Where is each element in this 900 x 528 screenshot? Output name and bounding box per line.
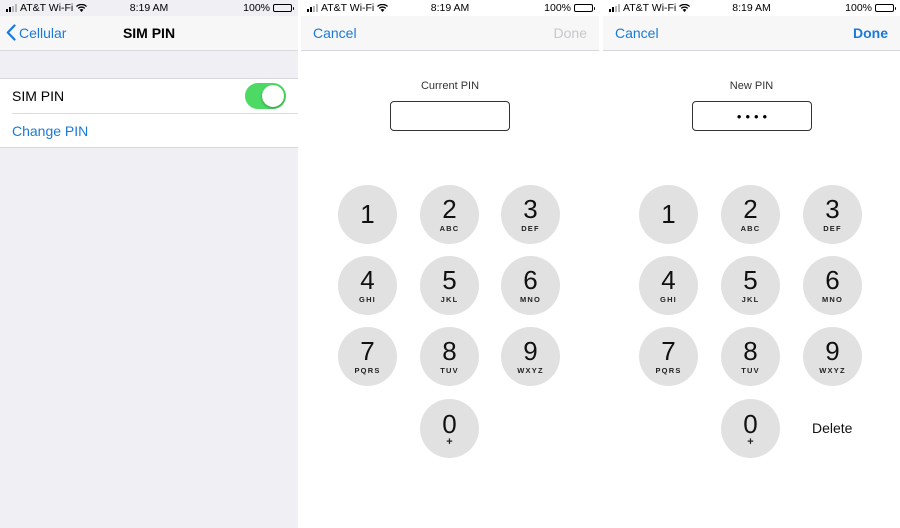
- key-8[interactable]: 8 TUV: [721, 327, 780, 386]
- status-bar: AT&T Wi-Fi 8:19 AM 100%: [301, 0, 599, 16]
- key-letters: +: [747, 435, 754, 448]
- sim-pin-label: SIM PIN: [12, 88, 65, 104]
- key-digit: 3: [523, 194, 538, 224]
- status-bar: AT&T Wi-Fi 8:19 AM 100%: [603, 0, 900, 16]
- key-3[interactable]: 3 DEF: [803, 185, 862, 244]
- key-9[interactable]: 9 WXYZ: [803, 327, 862, 386]
- key-digit: 8: [442, 336, 457, 366]
- key-letters: PQRS: [655, 366, 682, 375]
- current-pin-screen: AT&T Wi-Fi 8:19 AM 100% Cancel Done Curr…: [301, 0, 599, 528]
- key-digit: 7: [360, 336, 375, 366]
- key-digit: 5: [442, 265, 457, 295]
- cancel-button[interactable]: Cancel: [313, 25, 357, 41]
- key-4[interactable]: 4 GHI: [338, 256, 397, 315]
- key-6[interactable]: 6 MNO: [803, 256, 862, 315]
- key-letters: WXYZ: [819, 366, 846, 375]
- key-5[interactable]: 5 JKL: [420, 256, 479, 315]
- key-digit: 6: [523, 265, 538, 295]
- key-letters: MNO: [519, 295, 542, 304]
- key-digit: 7: [661, 336, 676, 366]
- key-digit: 2: [442, 194, 457, 224]
- battery-icon: [574, 4, 595, 12]
- sim-pin-settings-screen: AT&T Wi-Fi 8:19 AM 100% Cellular SIM PIN…: [0, 0, 298, 528]
- done-button[interactable]: Done: [853, 25, 888, 41]
- delete-button[interactable]: Delete: [812, 420, 852, 436]
- settings-group: SIM PIN Change PIN: [0, 78, 298, 148]
- key-letters: ABC: [439, 224, 460, 233]
- pin-field-label: New PIN: [729, 80, 774, 92]
- key-5[interactable]: 5 JKL: [721, 256, 780, 315]
- change-pin-link[interactable]: Change PIN: [12, 113, 298, 147]
- battery-icon: [875, 4, 896, 12]
- key-7[interactable]: 7 PQRS: [338, 327, 397, 386]
- key-digit: 9: [825, 336, 840, 366]
- key-letters: DEF: [823, 224, 842, 233]
- key-digit: 4: [360, 265, 375, 295]
- key-digit: 1: [360, 198, 375, 229]
- key-letters: ABC: [740, 224, 761, 233]
- page-title: SIM PIN: [122, 25, 176, 41]
- key-6[interactable]: 6 MNO: [501, 256, 560, 315]
- key-digit: 1: [661, 198, 676, 229]
- key-letters: +: [446, 435, 453, 448]
- navigation-bar: Cellular SIM PIN: [0, 16, 298, 51]
- key-letters: WXYZ: [517, 366, 544, 375]
- battery-percent: 100%: [845, 2, 872, 14]
- key-digit: 8: [743, 336, 758, 366]
- key-digit: 0: [442, 408, 457, 439]
- key-digit: 0: [743, 408, 758, 439]
- navigation-bar: Cancel Done: [301, 16, 599, 51]
- key-2[interactable]: 2 ABC: [420, 185, 479, 244]
- key-7[interactable]: 7 PQRS: [639, 327, 698, 386]
- sim-pin-row: SIM PIN: [0, 79, 298, 113]
- pin-field-label: Current PIN: [420, 80, 480, 92]
- done-button[interactable]: Done: [554, 25, 587, 41]
- key-9[interactable]: 9 WXYZ: [501, 327, 560, 386]
- key-4[interactable]: 4 GHI: [639, 256, 698, 315]
- key-letters: TUV: [741, 366, 760, 375]
- current-pin-input[interactable]: [390, 101, 510, 131]
- key-letters: DEF: [521, 224, 540, 233]
- battery-percent: 100%: [544, 2, 571, 14]
- key-letters: TUV: [440, 366, 459, 375]
- battery-icon: [273, 4, 294, 12]
- status-bar: AT&T Wi-Fi 8:19 AM 100%: [0, 0, 298, 16]
- new-pin-input[interactable]: ••••: [692, 101, 812, 131]
- new-pin-screen: AT&T Wi-Fi 8:19 AM 100% Cancel Done New …: [603, 0, 900, 528]
- key-letters: MNO: [821, 295, 844, 304]
- key-digit: 6: [825, 265, 840, 295]
- key-2[interactable]: 2 ABC: [721, 185, 780, 244]
- pin-field-value: ••••: [736, 108, 772, 124]
- key-letters: PQRS: [354, 366, 381, 375]
- key-digit: 4: [661, 265, 676, 295]
- key-digit: 3: [825, 194, 840, 224]
- change-pin-label: Change PIN: [12, 122, 89, 139]
- key-3[interactable]: 3 DEF: [501, 185, 560, 244]
- key-0[interactable]: 0 +: [721, 399, 780, 458]
- key-digit: 5: [743, 265, 758, 295]
- key-1[interactable]: 1: [639, 185, 698, 244]
- key-8[interactable]: 8 TUV: [420, 327, 479, 386]
- key-letters: JKL: [741, 295, 760, 304]
- key-0[interactable]: 0 +: [420, 399, 479, 458]
- navigation-bar: Cancel Done: [603, 16, 900, 51]
- key-letters: GHI: [359, 295, 376, 304]
- key-1[interactable]: 1: [338, 185, 397, 244]
- key-digit: 2: [743, 194, 758, 224]
- sim-pin-toggle[interactable]: [245, 83, 286, 109]
- key-letters: GHI: [660, 295, 677, 304]
- battery-percent: 100%: [243, 2, 270, 14]
- cancel-button[interactable]: Cancel: [615, 25, 659, 41]
- key-digit: 9: [523, 336, 538, 366]
- key-letters: JKL: [440, 295, 459, 304]
